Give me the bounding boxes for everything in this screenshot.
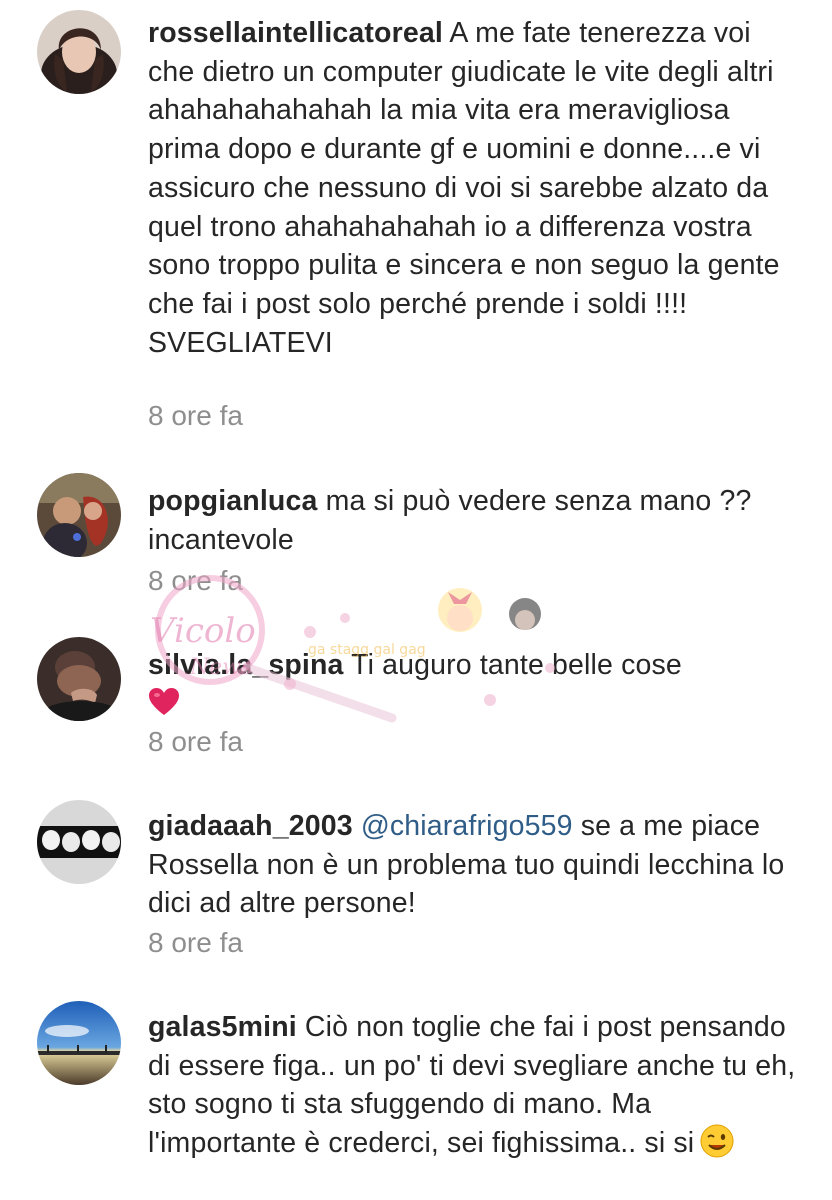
comment-username[interactable]: giadaaah_2003 — [148, 810, 353, 842]
comment-timestamp[interactable]: 8 ore fa — [148, 565, 243, 597]
avatar[interactable] — [37, 10, 121, 94]
avatar[interactable] — [37, 800, 121, 884]
comment-timestamp[interactable]: 8 ore fa — [148, 400, 243, 432]
avatar[interactable] — [37, 1001, 121, 1085]
comment-username[interactable]: rossellaintellicatoreal — [148, 17, 443, 49]
comment-body: giadaaah_2003 @chiarafrigo559 se a me pi… — [148, 807, 798, 923]
comment-text: Ti auguro tante belle cose — [351, 649, 682, 681]
svg-text:Vicolo: Vicolo — [150, 611, 256, 651]
comment-timestamp[interactable]: 8 ore fa — [148, 726, 243, 758]
comment-body: silvia.la_spina Ti auguro tante belle co… — [148, 646, 798, 723]
comment-body: popgianluca ma si può vedere senza mano … — [148, 482, 798, 559]
red-heart-emoji — [148, 687, 180, 717]
avatar[interactable] — [37, 637, 121, 721]
comment-timestamp[interactable]: 8 ore fa — [148, 927, 243, 959]
winking-face-emoji — [700, 1124, 734, 1158]
comment-body: rossellaintellicatoreal A me fate tenere… — [148, 14, 798, 362]
avatar[interactable] — [37, 473, 121, 557]
comment-username[interactable]: galas5mini — [148, 1011, 297, 1043]
comment-text: A me fate tenerezza voi che dietro un co… — [148, 17, 780, 359]
comment-username[interactable]: silvia.la_spina — [148, 649, 344, 681]
comment-body: galas5mini Ciò non toglie che fai i post… — [148, 1008, 798, 1163]
comment-username[interactable]: popgianluca — [148, 485, 318, 517]
comment-mention-link[interactable]: @chiarafrigo559 — [361, 810, 573, 842]
